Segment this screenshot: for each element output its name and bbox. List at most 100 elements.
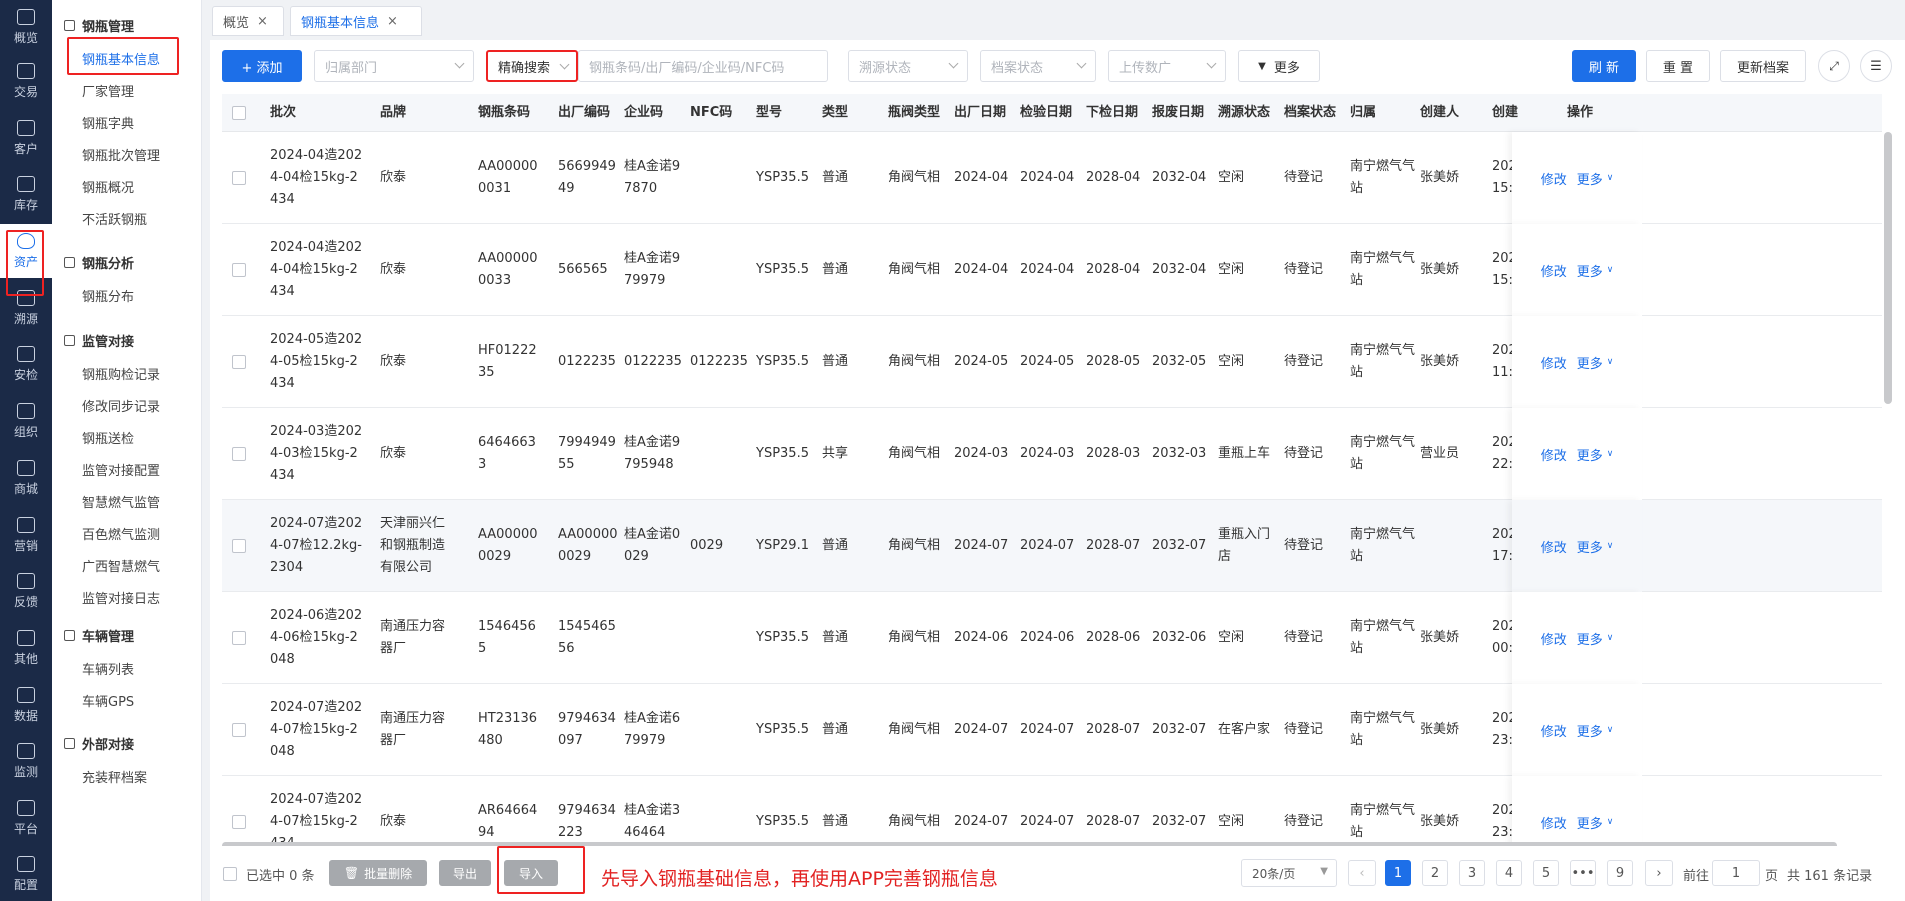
row-checkbox[interactable] [232, 171, 246, 185]
sidebar-item[interactable]: 百色燃气监测 [82, 524, 160, 543]
search-placeholder: 钢瓶条码/出厂编码/企业码/NFC码 [589, 60, 785, 76]
more-link[interactable]: 更多 [1577, 169, 1603, 188]
edit-link[interactable]: 修改 [1541, 813, 1567, 832]
close-icon[interactable]: × [387, 14, 398, 29]
sidebar-item[interactable]: 监管对接配置 [82, 460, 160, 479]
upload-placeholder: 上传数广 [1119, 60, 1172, 76]
more-link[interactable]: 更多 [1577, 813, 1603, 832]
rail-item-1[interactable]: bag-icon 交易 [0, 54, 52, 108]
rail-item-13[interactable]: monitor-icon 监测 [0, 734, 52, 788]
rail-item-11[interactable]: puzzle-icon 其他 [0, 621, 52, 675]
tab-overview[interactable]: 概览 × [212, 6, 284, 36]
rail-item-14[interactable]: gear-icon 平台 [0, 791, 52, 845]
tab-cylinder-info[interactable]: 钢瓶基本信息 × [290, 6, 422, 36]
more-link[interactable]: 更多 [1577, 721, 1603, 740]
more-link[interactable]: 更多 [1577, 353, 1603, 372]
next-page-button[interactable]: › [1645, 860, 1673, 886]
page-size-select[interactable]: 20条/页 ▼ [1241, 859, 1337, 887]
column-settings-button[interactable]: ☰ [1860, 50, 1892, 82]
sidebar-item[interactable]: 钢瓶购检记录 [82, 364, 160, 383]
rail-item-3[interactable]: list-icon 库存 [0, 167, 52, 221]
sidebar-item[interactable]: 充装秤档案 [82, 767, 147, 786]
cell-archive: 待登记 [1284, 316, 1323, 408]
edit-link[interactable]: 修改 [1541, 445, 1567, 464]
rail-item-9[interactable]: trophy-icon 营销 [0, 508, 52, 562]
page-button[interactable]: 1 [1385, 860, 1411, 886]
search-input[interactable]: 钢瓶条码/出厂编码/企业码/NFC码 [578, 50, 828, 82]
rail-item-12[interactable]: data-icon 数据 [0, 678, 52, 732]
sidebar-item[interactable]: 钢瓶分布 [82, 286, 134, 305]
refresh-button[interactable]: 刷 新 [1572, 50, 1636, 82]
edit-link[interactable]: 修改 [1541, 169, 1567, 188]
row-checkbox[interactable] [232, 631, 246, 645]
archive-status-select[interactable]: 档案状态 [980, 50, 1096, 82]
sidebar-item[interactable]: 不活跃钢瓶 [82, 209, 147, 228]
row-checkbox[interactable] [232, 539, 246, 553]
page-button[interactable]: 5 [1533, 860, 1559, 886]
sidebar-item[interactable]: 广西智慧燃气 [82, 556, 160, 575]
goto-page-input[interactable]: 1 [1712, 860, 1760, 886]
more-link[interactable]: 更多 [1577, 629, 1603, 648]
page-button[interactable]: 3 [1459, 860, 1485, 886]
more-link[interactable]: 更多 [1577, 537, 1603, 556]
header-checkbox[interactable] [232, 106, 246, 120]
rail-item-2[interactable]: id-card-icon 客户 [0, 111, 52, 165]
row-checkbox[interactable] [232, 723, 246, 737]
edit-link[interactable]: 修改 [1541, 353, 1567, 372]
upload-select[interactable]: 上传数广 [1108, 50, 1226, 82]
sidebar-item[interactable]: 智慧燃气监管 [82, 492, 160, 511]
update-archive-button[interactable]: 更新档案 [1720, 50, 1806, 82]
rail-item-0[interactable]: chart-icon 概览 [0, 0, 52, 54]
more-link[interactable]: 更多 [1577, 445, 1603, 464]
cell-text: 2032-07 [1152, 722, 1207, 737]
sidebar-item[interactable]: 车辆列表 [82, 659, 134, 678]
edit-link[interactable]: 修改 [1541, 721, 1567, 740]
cell-owner: 南宁燃气气站 [1350, 132, 1415, 224]
page-button[interactable]: 9 [1607, 860, 1633, 886]
sidebar-item[interactable]: 监管对接日志 [82, 588, 160, 607]
more-pages-button[interactable]: ••• [1570, 860, 1596, 886]
cell-text: 普通 [822, 722, 849, 737]
row-checkbox[interactable] [232, 355, 246, 369]
rail-item-6[interactable]: shield-icon 安检 [0, 337, 52, 391]
row-checkbox[interactable] [232, 263, 246, 277]
more-label: 更多 [1273, 60, 1300, 76]
rail-item-8[interactable]: shop-icon 商城 [0, 451, 52, 505]
rail-item-10[interactable]: chat-icon 反馈 [0, 564, 52, 618]
cell-brand: 欣泰 [380, 408, 406, 500]
edit-link[interactable]: 修改 [1541, 537, 1567, 556]
export-button[interactable]: 导出 [439, 860, 491, 886]
batch-delete-button[interactable]: 🗑 批量删除 [329, 860, 427, 886]
close-icon[interactable]: × [257, 14, 268, 29]
page-button[interactable]: 4 [1496, 860, 1522, 886]
edit-link[interactable]: 修改 [1541, 261, 1567, 280]
add-button[interactable]: + 添加 [222, 50, 302, 82]
vertical-scrollbar[interactable] [1884, 132, 1892, 404]
cell-trace: 空闲 [1218, 316, 1244, 408]
column-header: 出厂日期 [954, 105, 1007, 120]
row-checkbox[interactable] [232, 447, 246, 461]
sidebar-item[interactable]: 钢瓶批次管理 [82, 145, 160, 164]
more-filter-button[interactable]: ▼ 更多 [1238, 50, 1320, 82]
reset-button[interactable]: 重 置 [1646, 50, 1710, 82]
page-button[interactable]: 2 [1422, 860, 1448, 886]
sidebar-item[interactable]: 钢瓶字典 [82, 113, 134, 132]
more-link[interactable]: 更多 [1577, 261, 1603, 280]
sidebar-item[interactable]: 钢瓶送检 [82, 428, 134, 447]
fullscreen-button[interactable]: ⤢ [1818, 50, 1850, 82]
trace-status-select[interactable]: 溯源状态 [848, 50, 968, 82]
sidebar-item[interactable]: 厂家管理 [82, 81, 134, 100]
sidebar-item[interactable]: 修改同步记录 [82, 396, 160, 415]
rail-item-7[interactable]: org-icon 组织 [0, 394, 52, 448]
sidebar-item[interactable]: 车辆GPS [82, 691, 134, 710]
edit-link[interactable]: 修改 [1541, 629, 1567, 648]
rail-item-15[interactable]: grid-icon 配置 [0, 847, 52, 901]
row-checkbox[interactable] [232, 815, 246, 829]
cell-valve: 角阀气相 [888, 224, 940, 316]
cell-d4: 2032-03 [1152, 408, 1206, 500]
dept-select[interactable]: 归属部门 [314, 50, 474, 82]
select-all-checkbox[interactable] [223, 867, 237, 881]
prev-page-button[interactable]: ‹ [1348, 860, 1376, 886]
search-mode-select[interactable]: 精确搜索 [486, 50, 578, 82]
sidebar-item[interactable]: 钢瓶概况 [82, 177, 134, 196]
